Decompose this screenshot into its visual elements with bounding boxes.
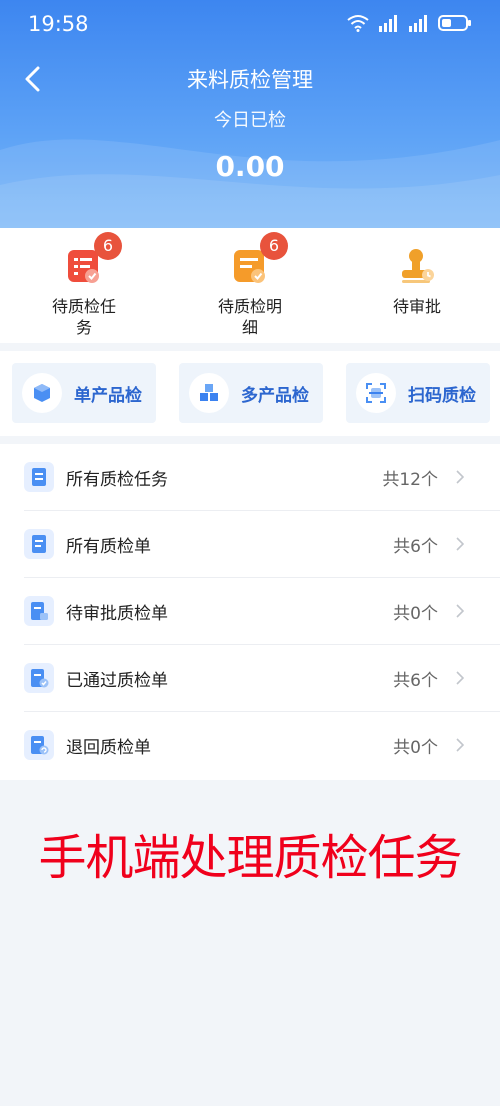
inspection-list: 所有质检任务 共12个 所有质检单 共6个 待审批质检单 共0个 已通过质检单 … bbox=[0, 444, 500, 780]
single-product-check-button[interactable]: 单产品检 bbox=[12, 363, 156, 423]
scan-icon bbox=[356, 373, 396, 413]
list-item-label: 待审批质检单 bbox=[66, 604, 168, 624]
status-bar: 19:58 bbox=[0, 0, 500, 50]
chevron-right-icon bbox=[456, 604, 464, 618]
pending-detail-badge: 6 bbox=[260, 232, 288, 260]
list-item-approved[interactable]: 已通过质检单 共6个 bbox=[0, 645, 500, 712]
list-item-count: 共6个 bbox=[393, 671, 438, 691]
pending-approval-entry[interactable]: 待审批 bbox=[362, 246, 472, 317]
signal-icon bbox=[379, 15, 397, 32]
pending-approval-label: 待审批 bbox=[392, 297, 441, 316]
wifi-icon bbox=[347, 15, 369, 32]
multi-product-check-button[interactable]: 多产品检 bbox=[179, 363, 323, 423]
list-item-label: 所有质检任务 bbox=[66, 470, 168, 490]
cube-icon bbox=[22, 373, 62, 413]
pending-task-badge: 6 bbox=[94, 232, 122, 260]
doc-check-icon bbox=[24, 663, 54, 693]
pending-detail-label: 待质检明 细 bbox=[217, 297, 282, 337]
multi-product-check-label: 多产品检 bbox=[241, 386, 309, 406]
inspection-mode-bar: 单产品检 多产品检 扫码质检 bbox=[0, 351, 500, 436]
chevron-right-icon bbox=[456, 537, 464, 551]
page-title: 来料质检管理 bbox=[187, 68, 313, 92]
pending-task-label: 待质检任 务 bbox=[51, 297, 116, 337]
list-item-count: 共6个 bbox=[393, 537, 438, 557]
doc-pending-icon bbox=[24, 596, 54, 626]
single-product-check-label: 单产品检 bbox=[74, 386, 142, 406]
chevron-right-icon bbox=[456, 738, 464, 752]
header: 19:58 来料质检管理 今日已检 0.00 bbox=[0, 0, 500, 228]
doc-icon bbox=[24, 529, 54, 559]
pending-task-entry[interactable]: 6 待质检任 务 bbox=[29, 232, 139, 338]
cubes-icon bbox=[189, 373, 229, 413]
pending-detail-entry[interactable]: 6 待质检明 细 bbox=[195, 232, 305, 338]
doc-icon bbox=[24, 462, 54, 492]
chevron-right-icon bbox=[456, 470, 464, 484]
stamp-icon bbox=[397, 246, 437, 286]
quick-entry-panel: 6 待质检任 务 6 待质检明 细 待审批 bbox=[0, 228, 500, 343]
list-item-count: 共0个 bbox=[393, 738, 438, 758]
today-checked-label: 今日已检 bbox=[214, 110, 286, 131]
doc-return-icon bbox=[24, 730, 54, 760]
scan-check-label: 扫码质检 bbox=[408, 386, 476, 406]
list-item-all-tasks[interactable]: 所有质检任务 共12个 bbox=[0, 444, 500, 511]
list-item-all-orders[interactable]: 所有质检单 共6个 bbox=[0, 511, 500, 578]
status-time: 19:58 bbox=[28, 12, 89, 36]
overlay-caption: 手机端处理质检任务 bbox=[38, 830, 462, 886]
list-item-count: 共0个 bbox=[393, 604, 438, 624]
status-icons bbox=[346, 14, 472, 32]
today-checked-value: 0.00 bbox=[215, 150, 285, 183]
battery-icon bbox=[438, 15, 471, 31]
signal-icon-2 bbox=[409, 15, 427, 32]
list-item-count: 共12个 bbox=[382, 470, 438, 490]
list-item-label: 已通过质检单 bbox=[66, 671, 168, 691]
task-icon: 6 bbox=[64, 232, 122, 286]
chevron-right-icon bbox=[456, 671, 464, 685]
scan-check-button[interactable]: 扫码质检 bbox=[346, 363, 490, 423]
detail-icon: 6 bbox=[230, 232, 288, 286]
list-item-label: 所有质检单 bbox=[66, 537, 151, 557]
list-item-returned[interactable]: 退回质检单 共0个 bbox=[0, 712, 500, 779]
list-item-label: 退回质检单 bbox=[66, 738, 151, 758]
list-item-pending-approval[interactable]: 待审批质检单 共0个 bbox=[0, 578, 500, 645]
